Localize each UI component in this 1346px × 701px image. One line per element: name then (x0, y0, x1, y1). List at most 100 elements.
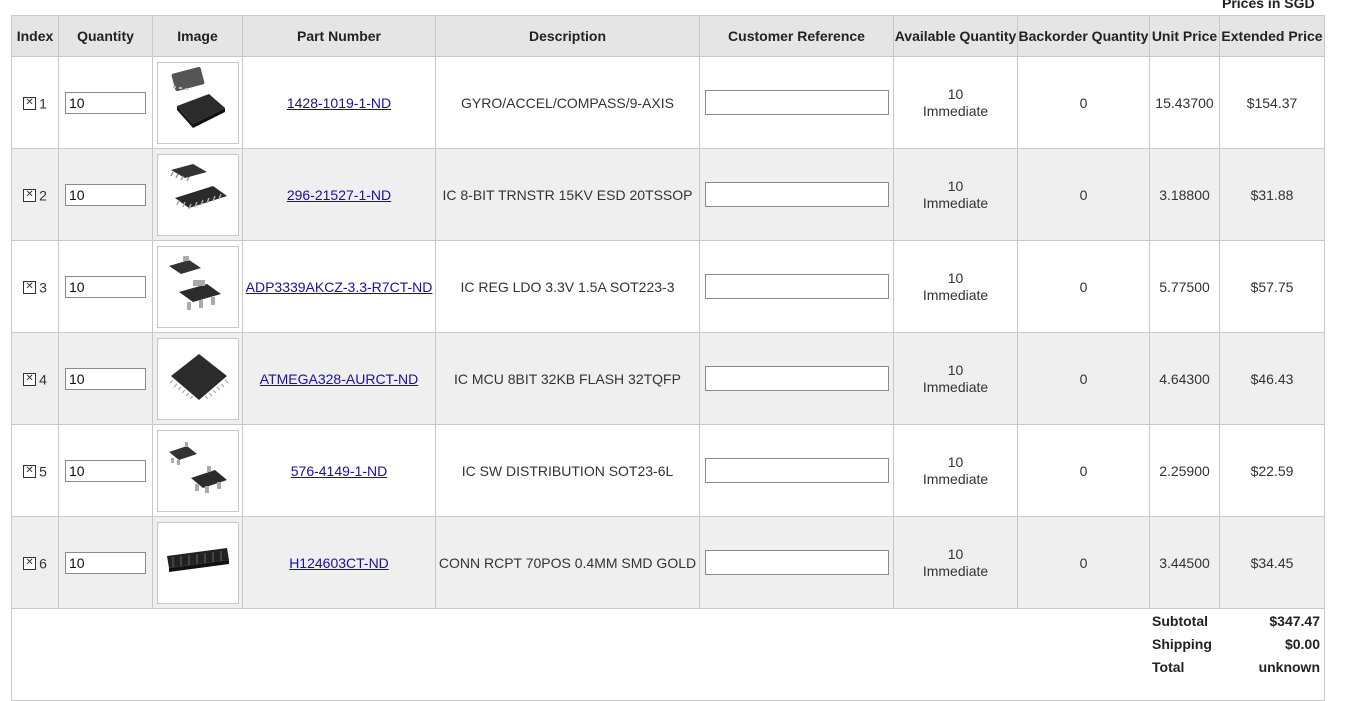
tqfp-chip-icon (163, 342, 233, 415)
part-number-cell: 296-21527-1-ND (242, 148, 436, 241)
available-quantity-cell: 10 Immediate (893, 516, 1018, 609)
part-number-link[interactable]: ADP3339AKCZ-3.3-R7CT-ND (246, 279, 433, 295)
backorder-quantity-cell: 0 (1017, 516, 1150, 609)
part-number-cell: H124603CT-ND (242, 516, 436, 609)
table-row: ✕4 ATMEGA328-AURCT-ND IC MCU 8BIT 32KB F… (11, 332, 1325, 425)
backorder-quantity-cell: 0 (1017, 240, 1150, 333)
part-number-cell: ATMEGA328-AURCT-ND (242, 332, 436, 425)
index-cell: ✕ 1 (11, 56, 59, 149)
available-status: Immediate (922, 286, 989, 303)
unit-price-cell: 15.43700 (1149, 56, 1220, 149)
part-number-link[interactable]: 576-4149-1-ND (291, 463, 388, 479)
part-number-cell: ADP3339AKCZ-3.3-R7CT-ND (242, 240, 436, 333)
header-part-number: Part Number (242, 15, 436, 57)
customer-reference-cell (699, 240, 894, 333)
index-cell: ✕ 4 (11, 332, 59, 425)
customer-reference-cell (699, 516, 894, 609)
available-quantity-cell: 10 Immediate (893, 332, 1018, 425)
quantity-input[interactable] (65, 183, 146, 206)
customer-reference-cell (699, 56, 894, 149)
quantity-cell (58, 56, 153, 149)
extended-price-cell: $57.75 (1219, 240, 1325, 333)
quantity-input[interactable] (65, 551, 146, 574)
part-number-cell: 1428-1019-1-ND (242, 56, 436, 149)
available-status: Immediate (922, 102, 989, 119)
quantity-input[interactable] (65, 459, 146, 482)
customer-reference-input[interactable] (704, 550, 889, 575)
tssop-chip-icon (163, 158, 233, 231)
header-available-quantity: Available Quantity (893, 15, 1018, 57)
available-qty: 10 (947, 361, 964, 378)
available-status: Immediate (922, 562, 989, 579)
description-cell: IC REG LDO 3.3V 1.5A SOT223-3 (435, 240, 700, 333)
customer-reference-input[interactable] (704, 182, 889, 207)
product-image[interactable] (156, 245, 239, 328)
header-customer-reference: Customer Reference (699, 15, 894, 57)
available-qty: 10 (947, 85, 964, 102)
customer-reference-input[interactable] (704, 274, 889, 299)
quantity-input[interactable] (65, 91, 146, 114)
image-cell (152, 148, 243, 241)
header-row: Index Quantity Image Part Number Descrip… (11, 15, 1325, 57)
customer-reference-cell (699, 148, 894, 241)
available-quantity-cell: 10 Immediate (893, 240, 1018, 333)
available-status: Immediate (922, 378, 989, 395)
row-index: 2 (39, 187, 47, 204)
shipping-line: Shipping $0.00 (1152, 634, 1320, 657)
header-extended-price: Extended Price (1219, 15, 1325, 57)
row-index: 1 (39, 95, 47, 112)
available-qty: 10 (947, 453, 964, 470)
subtotal-label: Subtotal (1152, 613, 1208, 629)
quantity-cell (58, 424, 153, 517)
quantity-cell (58, 240, 153, 333)
extended-price-cell: $34.45 (1219, 516, 1325, 609)
header-index: Index (11, 15, 59, 57)
remove-checkbox[interactable]: ✕ (23, 188, 37, 202)
sot23-chip-icon (163, 434, 233, 507)
shipping-value: $0.00 (1284, 636, 1320, 652)
remove-checkbox[interactable]: ✕ (23, 372, 37, 386)
remove-checkbox[interactable]: ✕ (23, 464, 37, 478)
customer-reference-input[interactable] (704, 90, 889, 115)
image-cell (152, 516, 243, 609)
header-backorder-quantity: Backorder Quantity (1017, 15, 1150, 57)
customer-reference-input[interactable] (704, 458, 889, 483)
backorder-quantity-cell: 0 (1017, 56, 1150, 149)
description-cell: IC SW DISTRIBUTION SOT23-6L (435, 424, 700, 517)
remove-checkbox[interactable]: ✕ (23, 556, 37, 570)
customer-reference-cell (699, 424, 894, 517)
product-image[interactable] (156, 153, 239, 236)
part-number-cell: 576-4149-1-ND (242, 424, 436, 517)
index-cell: ✕ 6 (11, 516, 59, 609)
table-row: ✕3 ADP3339AKCZ-3.3-R7CT-ND IC REG LDO 3.… (11, 240, 1325, 333)
part-number-link[interactable]: ATMEGA328-AURCT-ND (260, 371, 418, 387)
customer-reference-input[interactable] (704, 366, 889, 391)
quantity-input[interactable] (65, 367, 146, 390)
part-number-link[interactable]: 296-21527-1-ND (287, 187, 391, 203)
index-cell: ✕ 5 (11, 424, 59, 517)
image-cell (152, 424, 243, 517)
product-image[interactable] (156, 61, 239, 144)
subtotal-value: $347.47 (1269, 613, 1320, 629)
part-number-link[interactable]: 1428-1019-1-ND (287, 95, 391, 111)
backorder-quantity-cell: 0 (1017, 424, 1150, 517)
quantity-input[interactable] (65, 275, 146, 298)
part-number-link[interactable]: H124603CT-ND (289, 555, 389, 571)
index-cell: ✕ 2 (11, 148, 59, 241)
product-image[interactable] (156, 521, 239, 604)
order-totals: Subtotal $347.47 Shipping $0.00 Total un… (1152, 611, 1320, 680)
image-cell (152, 240, 243, 333)
product-image[interactable] (156, 337, 239, 420)
shipping-label: Shipping (1152, 636, 1212, 652)
product-image[interactable] (156, 429, 239, 512)
available-quantity-cell: 10 Immediate (893, 56, 1018, 149)
row-index: 3 (39, 279, 47, 296)
quantity-cell (58, 148, 153, 241)
remove-checkbox[interactable]: ✕ (23, 96, 37, 110)
description-cell: CONN RCPT 70POS 0.4MM SMD GOLD (435, 516, 700, 609)
remove-checkbox[interactable]: ✕ (23, 280, 37, 294)
total-value: unknown (1258, 659, 1320, 675)
extended-price-cell: $31.88 (1219, 148, 1325, 241)
quantity-cell (58, 516, 153, 609)
header-quantity: Quantity (58, 15, 153, 57)
